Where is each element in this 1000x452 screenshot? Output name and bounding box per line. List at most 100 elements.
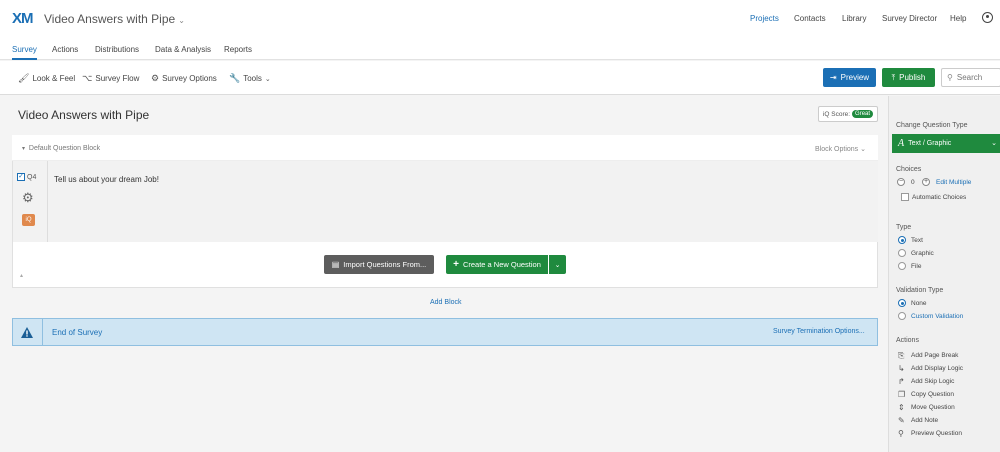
preview-label: Preview xyxy=(840,73,870,82)
add-page-break-action[interactable]: Add Page Break xyxy=(911,352,958,359)
validation-none-radio[interactable] xyxy=(898,299,906,307)
choices-label: Choices xyxy=(896,166,922,173)
block-name-label: Default Question Block xyxy=(28,145,101,152)
question-select-checkbox[interactable]: ✓ xyxy=(17,173,25,181)
move-icon: ⇕ xyxy=(898,403,905,412)
type-text-label: Text xyxy=(911,237,923,244)
iq-score-badge: Great xyxy=(852,110,874,118)
end-survey-icon-cell xyxy=(12,318,43,346)
nav-survey-director[interactable]: Survey Director xyxy=(882,14,937,23)
brush-icon: 🖌 xyxy=(18,73,30,83)
gear-icon: ⚙ xyxy=(151,73,160,83)
create-question-dropdown[interactable]: ⌄ xyxy=(549,255,566,274)
add-display-logic-action[interactable]: Add Display Logic xyxy=(911,365,963,372)
publish-button[interactable]: ⤒ Publish xyxy=(882,68,935,87)
top-bar: XM Video Answers with Pipe ⌄ Projects Con… xyxy=(0,0,1000,36)
skip-logic-icon: ↱ xyxy=(898,377,905,386)
search-box: ⚲ xyxy=(941,68,1000,87)
preview-question-action[interactable]: Preview Question xyxy=(911,430,962,437)
block-name[interactable]: ▾ Default Question Block xyxy=(22,145,100,152)
iq-score-label: iQ Score: xyxy=(822,110,851,118)
nav-contacts[interactable]: Contacts xyxy=(794,14,826,23)
gear-icon[interactable]: ⚙ xyxy=(22,190,34,206)
choices-decrement-button[interactable]: − xyxy=(897,178,905,186)
copy-icon: ❐ xyxy=(898,390,906,399)
publish-icon: ⤒ xyxy=(891,72,896,82)
project-title-dropdown[interactable]: Video Answers with Pipe ⌄ xyxy=(44,12,185,26)
nav-projects[interactable]: Projects xyxy=(750,14,779,23)
survey-flow-label: Survey Flow xyxy=(95,74,140,83)
validation-custom-radio[interactable] xyxy=(898,312,906,320)
actions-label: Actions xyxy=(896,337,919,344)
preview-icon: ⇥ xyxy=(829,73,837,82)
project-title: Video Answers with Pipe xyxy=(44,12,176,26)
survey-termination-options-link[interactable]: Survey Termination Options... xyxy=(773,328,865,335)
search-icon: ⚲ xyxy=(947,73,953,82)
validation-type-label: Validation Type xyxy=(896,287,944,294)
change-question-type-label: Change Question Type xyxy=(896,122,968,129)
type-file-label: File xyxy=(911,263,922,270)
tab-survey[interactable]: Survey xyxy=(12,45,37,54)
copy-question-action[interactable]: Copy Question xyxy=(911,391,954,398)
nav-library[interactable]: Library xyxy=(842,14,866,23)
warning-icon xyxy=(21,326,33,338)
chevron-down-icon: ⌄ xyxy=(991,140,997,147)
magnifier-icon: ⚲ xyxy=(898,429,904,438)
import-questions-label: Import Questions From... xyxy=(343,260,427,269)
folder-icon: ▤ xyxy=(331,260,340,269)
add-note-action[interactable]: Add Note xyxy=(911,417,938,424)
type-graphic-label: Graphic xyxy=(911,250,934,257)
import-questions-button[interactable]: ▤ Import Questions From... xyxy=(324,255,434,274)
add-skip-logic-action[interactable]: Add Skip Logic xyxy=(911,378,954,385)
survey-options-button[interactable]: ⚙ Survey Options xyxy=(151,73,217,84)
question-row[interactable] xyxy=(13,161,878,242)
tools-label: Tools xyxy=(243,74,262,83)
type-text-radio[interactable] xyxy=(898,236,906,244)
move-question-action[interactable]: Move Question xyxy=(911,404,955,411)
preview-button[interactable]: ⇥ Preview xyxy=(823,68,876,87)
tab-actions[interactable]: Actions xyxy=(52,45,78,54)
create-question-button[interactable]: + Create a New Question xyxy=(446,255,548,274)
edit-multiple-link[interactable]: Edit Multiple xyxy=(936,179,971,186)
publish-label: Publish xyxy=(899,73,926,82)
text-graphic-icon: A xyxy=(898,138,905,149)
look-feel-button[interactable]: 🖌 Look & Feel xyxy=(18,73,75,84)
tab-reports[interactable]: Reports xyxy=(224,45,252,54)
search-input[interactable] xyxy=(956,73,997,82)
caret-up-icon[interactable]: ▴ xyxy=(20,272,23,279)
question-number: Q4 xyxy=(27,174,37,181)
validation-custom-label: Custom Validation xyxy=(911,313,964,320)
tab-distributions[interactable]: Distributions xyxy=(95,45,139,54)
page-break-icon: ⎘ xyxy=(898,351,905,360)
tab-data-analysis[interactable]: Data & Analysis xyxy=(155,45,211,54)
survey-flow-button[interactable]: ⌥ Survey Flow xyxy=(82,73,139,84)
choices-count: 0 xyxy=(911,179,915,186)
question-type-dropdown[interactable]: A Text / Graphic ⌄ xyxy=(892,134,1000,153)
type-label: Type xyxy=(896,224,912,231)
type-file-radio[interactable] xyxy=(898,262,906,270)
tab-bar: Survey Actions Distributions Data & Anal… xyxy=(0,36,1000,60)
add-block-link[interactable]: Add Block xyxy=(430,299,462,306)
xm-logo[interactable]: XM xyxy=(12,10,33,27)
choices-increment-button[interactable]: + xyxy=(922,178,930,186)
block-header xyxy=(12,135,878,161)
user-account-icon[interactable] xyxy=(982,12,993,23)
chevron-down-icon: ⌄ xyxy=(554,261,561,269)
automatic-choices-label: Automatic Choices xyxy=(912,194,967,201)
automatic-choices-checkbox[interactable] xyxy=(901,193,909,201)
survey-title[interactable]: Video Answers with Pipe xyxy=(18,108,149,122)
survey-toolbar: 🖌 Look & Feel ⌥ Survey Flow ⚙ Survey Option… xyxy=(0,61,1000,95)
block-options-dropdown[interactable]: Block Options ⌄ xyxy=(815,145,866,153)
question-text[interactable]: Tell us about your dream Job! xyxy=(54,175,159,184)
flow-icon: ⌥ xyxy=(82,73,93,83)
tools-dropdown[interactable]: 🔧 Tools ⌄ xyxy=(229,73,271,84)
look-feel-label: Look & Feel xyxy=(32,74,76,83)
iq-score-button[interactable]: iQ Score: Great xyxy=(818,106,878,122)
create-question-label: Create a New Question xyxy=(462,260,541,269)
nav-help[interactable]: Help xyxy=(950,14,966,23)
end-of-survey-label: End of Survey xyxy=(52,328,103,337)
type-graphic-radio[interactable] xyxy=(898,249,906,257)
plus-icon: + xyxy=(453,259,459,270)
end-of-survey-block[interactable] xyxy=(12,318,878,346)
iq-icon[interactable]: iQ xyxy=(22,214,35,226)
